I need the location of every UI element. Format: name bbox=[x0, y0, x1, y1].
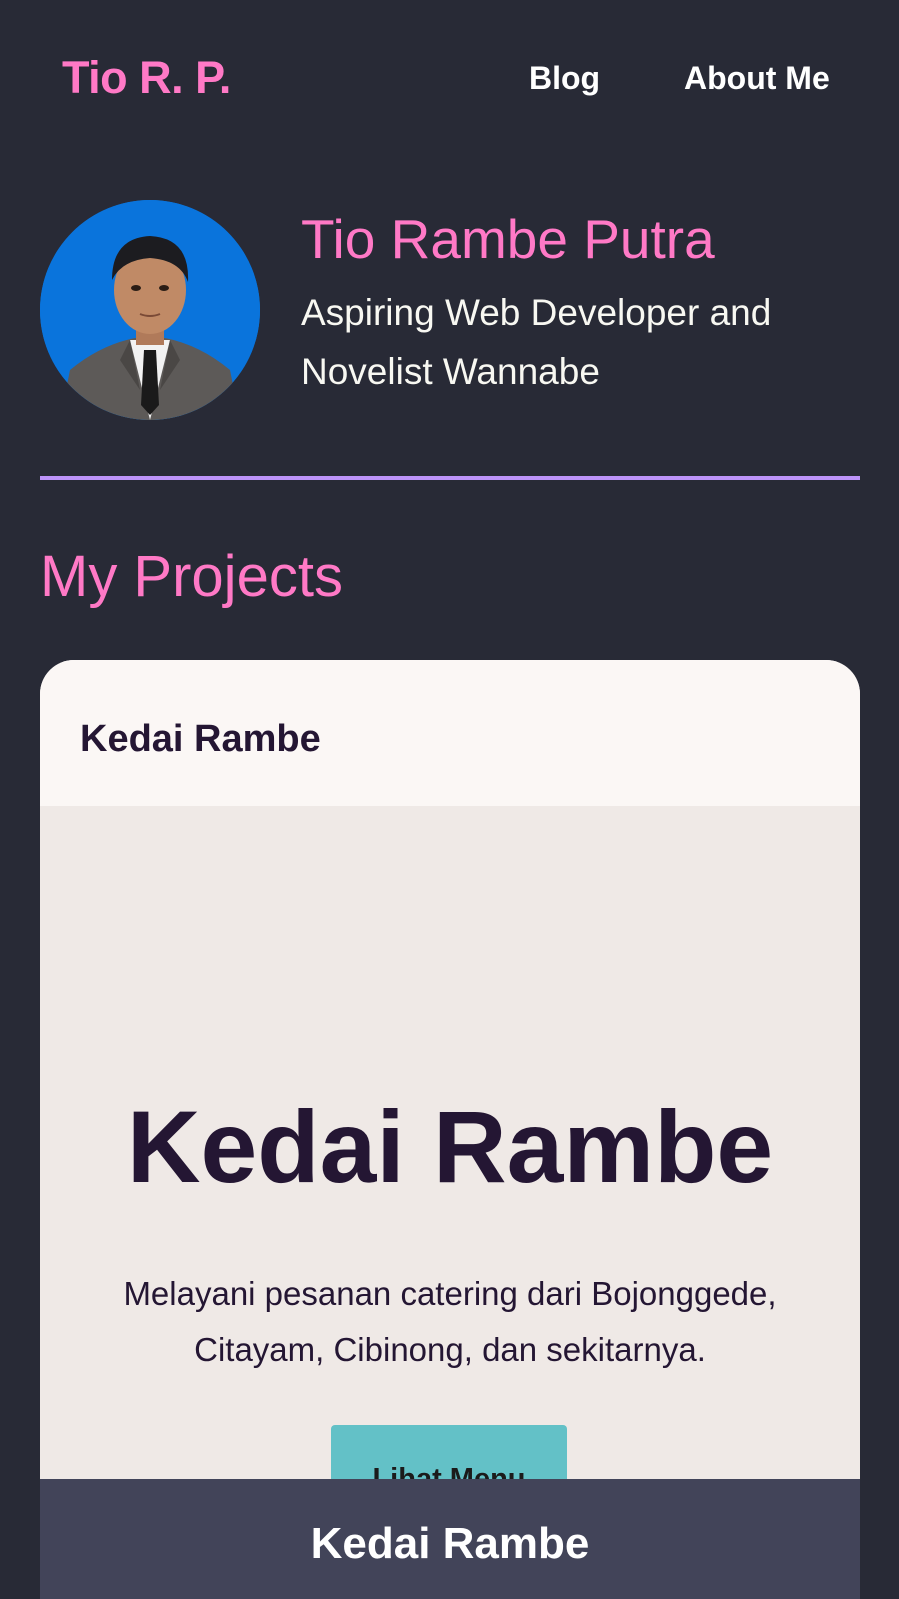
projects-heading: My Projects bbox=[40, 544, 343, 609]
project-card-header: Kedai Rambe bbox=[40, 660, 860, 806]
top-navbar: Tio R. P. Blog About Me bbox=[0, 0, 899, 160]
page: Tio R. P. Blog About Me Tio Rambe Putra … bbox=[0, 0, 899, 1599]
section-divider bbox=[40, 476, 860, 480]
project-card[interactable]: Kedai Rambe Kedai Rambe Melayani pesanan… bbox=[40, 660, 860, 1599]
avatar bbox=[40, 200, 260, 420]
preview-description: Melayani pesanan catering dari Bojongged… bbox=[123, 1275, 777, 1368]
preview-hero-title: Kedai Rambe bbox=[126, 1090, 774, 1204]
project-preview: Kedai Rambe Melayani pesanan catering da… bbox=[40, 806, 860, 1533]
profile-photo-icon bbox=[40, 200, 260, 420]
preview-footer: Kedai Rambe bbox=[40, 1479, 860, 1599]
profile-name: Tio Rambe Putra bbox=[301, 208, 715, 270]
nav-link-about-me[interactable]: About Me bbox=[684, 60, 830, 97]
profile-tagline: Aspiring Web Developer and Novelist Wann… bbox=[301, 292, 772, 392]
preview-footer-title: Kedai Rambe bbox=[310, 1519, 590, 1568]
brand-logo-link[interactable]: Tio R. P. bbox=[62, 52, 231, 104]
project-card-title: Kedai Rambe bbox=[80, 718, 321, 760]
nav-link-blog[interactable]: Blog bbox=[529, 60, 600, 97]
